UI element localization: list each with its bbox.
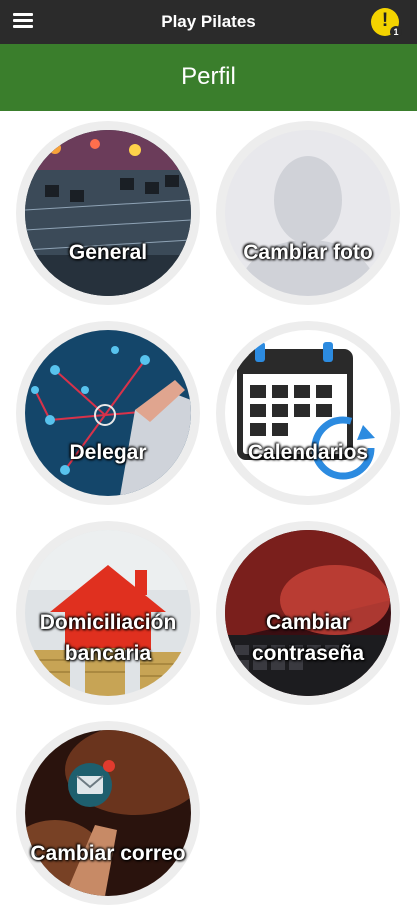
tile-label-line-1: Cambiar — [265, 611, 351, 634]
tile-change-photo[interactable]: Cambiar foto — [216, 121, 400, 305]
tile-label: Cambiar foto — [243, 241, 373, 264]
tile-label: Delegar — [69, 441, 147, 464]
tile-label: General — [68, 241, 148, 264]
tile-bank-direct-debit[interactable]: Domiciliación bancaria — [16, 521, 200, 705]
tile-calendars[interactable]: Calendarios — [216, 321, 400, 505]
tile-delegate[interactable]: Delegar — [16, 321, 200, 505]
tile-label-line-2: contraseña — [251, 642, 365, 665]
notification-count-badge: 1 — [390, 26, 402, 38]
network-people-image — [25, 330, 191, 496]
tile-label-line-2: bancaria — [64, 642, 152, 665]
page-header: Perfil — [0, 44, 417, 111]
tile-label: Calendarios — [247, 441, 369, 464]
mixing-console-image — [25, 130, 191, 296]
tile-change-password[interactable]: Cambiar contraseña — [216, 521, 400, 705]
notification-alert-icon[interactable]: ! 1 — [371, 8, 402, 38]
top-app-bar: Play Pilates ! 1 — [0, 0, 417, 44]
tile-label-line-1: Domiciliación — [39, 611, 177, 634]
tile-change-email[interactable]: Cambiar correo — [16, 721, 200, 905]
page-title: Perfil — [181, 63, 236, 90]
profile-silhouette-image — [225, 130, 391, 296]
app-title: Play Pilates — [161, 12, 256, 31]
calendar-icon-image — [225, 330, 391, 496]
email-touch-image — [25, 730, 191, 896]
tile-general[interactable]: General — [16, 121, 200, 305]
tile-label: Cambiar correo — [30, 842, 186, 865]
